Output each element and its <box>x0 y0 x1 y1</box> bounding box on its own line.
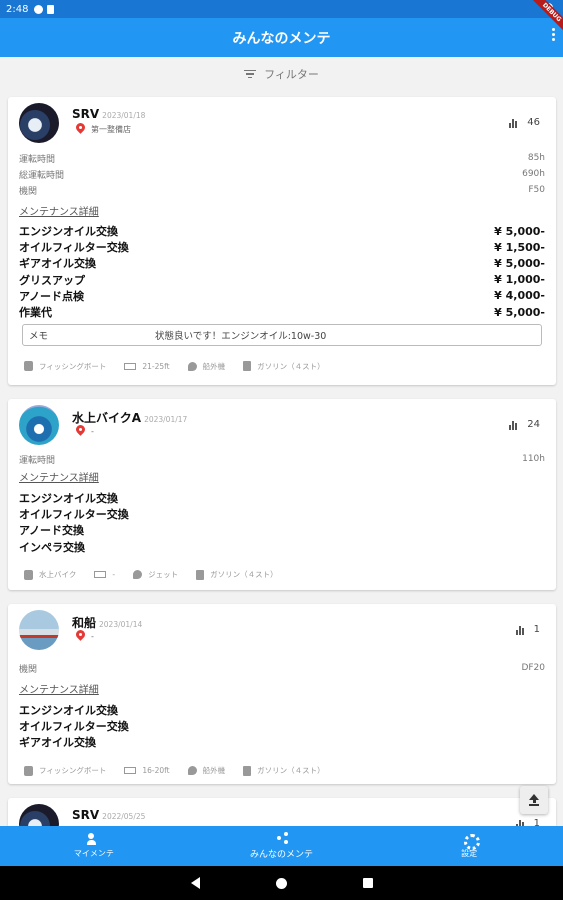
card-date: 2023/01/18 <box>102 111 146 120</box>
fuel-icon <box>196 569 205 580</box>
tag-row: 水上バイク - ジェット ガソリン（４スト） <box>8 555 556 595</box>
fuel-icon <box>243 361 252 372</box>
filter-label: フィルター <box>264 68 319 81</box>
spec-row: 運転時間 85h <box>19 153 545 165</box>
share-icon <box>275 832 289 844</box>
engine-icon <box>187 361 197 371</box>
maintenance-card[interactable]: 和船 2023/01/14 - 1 機関 DF20 メンテナンス詳細 エンジンオイル… <box>8 604 556 784</box>
maintenance-item: エンジンオイル交換 <box>19 704 118 718</box>
spec-row: 機関 F50 <box>19 185 545 197</box>
spec-row: 機関 DF20 <box>19 663 545 675</box>
boat-name: 和船 <box>72 616 97 630</box>
nav-everyone-maintenance[interactable]: みんなのメンテ <box>188 826 376 866</box>
back-icon[interactable] <box>190 877 200 889</box>
maintenance-item: オイルフィルター交換 ¥ 1,500- <box>19 240 545 255</box>
maintenance-details-link[interactable]: メンテナンス詳細 <box>8 201 556 219</box>
boat-name: SRV <box>72 107 100 121</box>
bar-chart-icon <box>509 118 518 128</box>
debug-ribbon: DEBUG <box>523 0 563 40</box>
maintenance-item: アノード点検 ¥ 4,000- <box>19 289 545 303</box>
avatar <box>19 610 59 650</box>
length-icon <box>124 362 137 370</box>
length-icon <box>124 767 137 775</box>
tag-row: フィッシングボート 21-25ft 船外機 ガソリン（４スト） <box>8 346 556 386</box>
home-icon[interactable] <box>275 877 287 889</box>
bottom-nav: マイメンテ みんなのメンテ 設定 <box>0 826 563 866</box>
maintenance-details-link[interactable]: メンテナンス詳細 <box>8 679 556 697</box>
maintenance-item: アノード交換 <box>19 524 85 538</box>
location-text: - <box>91 631 94 641</box>
engine-icon <box>187 766 197 776</box>
length-icon <box>94 571 107 579</box>
gear-icon <box>462 833 481 850</box>
location-pin-icon <box>76 425 85 437</box>
bar-chart-icon <box>509 420 518 430</box>
recents-icon[interactable] <box>362 878 373 888</box>
boat-icon <box>24 361 33 372</box>
spec-row: 運転時間 110h <box>19 454 545 466</box>
maintenance-item: インペラ交換 <box>19 540 85 554</box>
system-nav-bar <box>0 866 563 900</box>
maintenance-item: オイルフィルター交換 <box>19 720 129 734</box>
view-count: 1 <box>515 624 540 635</box>
maintenance-card[interactable]: SRV 2023/01/18 第一整備店 46 運転時間 85h 総運転時間 690h… <box>8 97 556 385</box>
spec-row: 総運転時間 690h <box>19 169 545 181</box>
people-icon <box>86 833 101 845</box>
maintenance-item: 作業代 ¥ 5,000- <box>19 305 545 320</box>
tag-row: フィッシングボート 16-20ft 船外機 ガソリン（４スト） <box>8 751 556 791</box>
upload-icon <box>529 794 539 806</box>
boat-icon <box>24 569 33 580</box>
status-bar: 2:48 <box>0 0 563 18</box>
engine-icon <box>133 570 143 580</box>
sim-icon <box>47 4 55 14</box>
filter-button[interactable]: フィルター <box>0 62 563 86</box>
memo-box: メモ 状態良いです！エンジンオイル:10w-30 <box>22 324 542 347</box>
filter-list-icon <box>244 69 257 79</box>
location-pin-icon <box>76 630 85 642</box>
maintenance-card[interactable]: 水上バイクA 2023/01/17 - 24 運転時間 110h メンテナンス詳細 … <box>8 399 556 590</box>
status-time: 2:48 <box>6 3 29 15</box>
app-bar: みんなのメンテ <box>0 18 563 57</box>
avatar <box>19 103 59 143</box>
view-count: 46 <box>509 117 540 128</box>
maintenance-item: オイルフィルター交換 <box>19 508 129 522</box>
nav-my-maintenance[interactable]: マイメンテ <box>0 826 188 866</box>
bar-chart-icon <box>515 625 524 635</box>
scroll-top-button[interactable] <box>520 786 548 814</box>
maintenance-item: ギアオイル交換 ¥ 5,000- <box>19 256 545 271</box>
notification-icon <box>34 4 44 14</box>
fuel-icon <box>243 765 252 776</box>
maintenance-item: グリスアップ ¥ 1,000- <box>19 273 545 287</box>
maintenance-item: エンジンオイル交換 ¥ 5,000- <box>19 224 545 239</box>
boat-name: SRV <box>72 808 100 822</box>
maintenance-item: エンジンオイル交換 <box>19 492 118 506</box>
card-date: 2023/01/17 <box>144 415 188 424</box>
card-date: 2022/05/25 <box>102 812 146 821</box>
card-date: 2023/01/14 <box>99 620 143 629</box>
maintenance-item: ギアオイル交換 <box>19 736 96 750</box>
boat-name: 水上バイクA <box>72 411 142 425</box>
maintenance-details-link[interactable]: メンテナンス詳細 <box>8 467 556 485</box>
memo-text: 状態良いです！エンジンオイル:10w-30 <box>155 331 327 343</box>
nav-settings[interactable]: 設定 <box>375 826 563 866</box>
page-title: みんなのメンテ <box>232 30 331 47</box>
location-text: 第一整備店 <box>91 124 131 134</box>
location-text: - <box>91 426 94 436</box>
boat-icon <box>24 765 33 776</box>
view-count: 24 <box>509 419 540 430</box>
location-pin-icon <box>76 123 85 135</box>
avatar <box>19 405 59 445</box>
